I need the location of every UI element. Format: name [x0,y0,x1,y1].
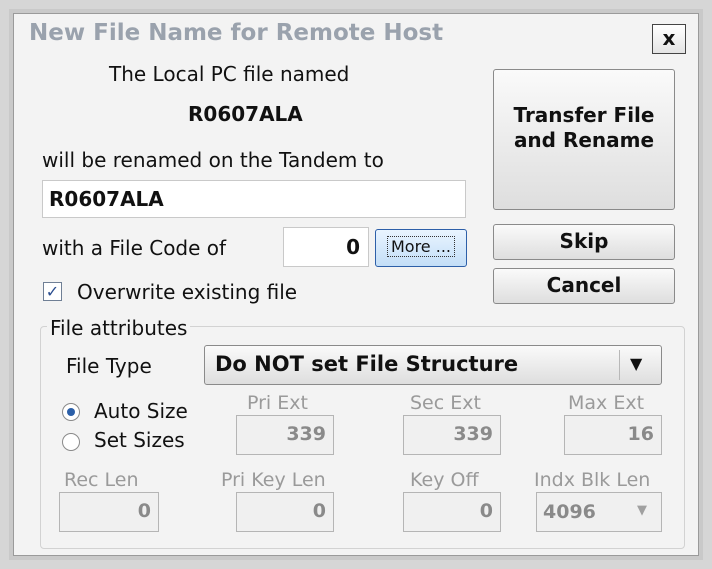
chevron-down-icon: ▼ [637,503,647,518]
sec-ext-label: Sec Ext [410,392,481,414]
rec-len-label: Rec Len [64,469,139,491]
auto-size-label: Auto Size [94,399,188,423]
rename-label: will be renamed on the Tandem to [42,148,384,172]
pri-ext-field[interactable]: 339 [236,415,334,455]
set-sizes-label: Set Sizes [94,428,185,452]
skip-button[interactable]: Skip [493,224,675,260]
transfer-file-and-rename-button[interactable]: Transfer File and Rename [493,69,675,210]
pri-ext-label: Pri Ext [247,392,308,414]
overwrite-label: Overwrite existing file [77,280,298,304]
sec-ext-field[interactable]: 339 [403,415,501,455]
close-button[interactable]: x [652,24,686,54]
file-attributes-label: File attributes [47,316,191,340]
set-sizes-radio[interactable] [62,433,80,451]
more-button[interactable]: More ... [375,229,467,267]
pri-key-len-label: Pri Key Len [221,469,326,491]
new-file-name-value: R0607ALA [49,187,164,211]
file-type-dropdown[interactable]: Do NOT set File Structure ▼ [204,345,662,385]
transfer-button-label: Transfer File and Rename [513,103,655,152]
max-ext-field[interactable]: 16 [564,415,662,455]
local-file-name: R0607ALA [188,102,303,126]
key-off-label: Key Off [410,469,479,491]
chevron-down-icon: ▼ [630,354,643,373]
more-button-label: More ... [386,236,455,257]
new-file-name-dialog: New File Name for Remote Host x The Loca… [13,13,699,556]
rec-len-field[interactable]: 0 [59,492,159,532]
overwrite-checkbox[interactable]: ✓ [43,282,62,301]
new-file-name-input[interactable]: R0607ALA [42,180,466,218]
dropdown-separator [619,350,620,380]
key-off-field[interactable]: 0 [403,492,501,532]
indx-blk-len-label: Indx Blk Len [534,469,651,491]
file-type-value: Do NOT set File Structure [215,352,519,376]
auto-size-radio[interactable] [62,403,80,421]
indx-blk-len-dropdown[interactable]: 4096 ▼ [536,492,662,532]
cancel-button[interactable]: Cancel [493,268,675,304]
file-code-label: with a File Code of [42,236,227,260]
local-file-label: The Local PC file named [109,62,350,86]
file-code-input[interactable]: 0 [283,227,369,267]
dialog-title: New File Name for Remote Host [29,20,444,46]
file-code-value: 0 [346,235,360,259]
file-type-label: File Type [66,354,152,378]
indx-blk-len-value: 4096 [543,501,596,523]
pri-key-len-field[interactable]: 0 [236,492,334,532]
max-ext-label: Max Ext [568,392,645,414]
